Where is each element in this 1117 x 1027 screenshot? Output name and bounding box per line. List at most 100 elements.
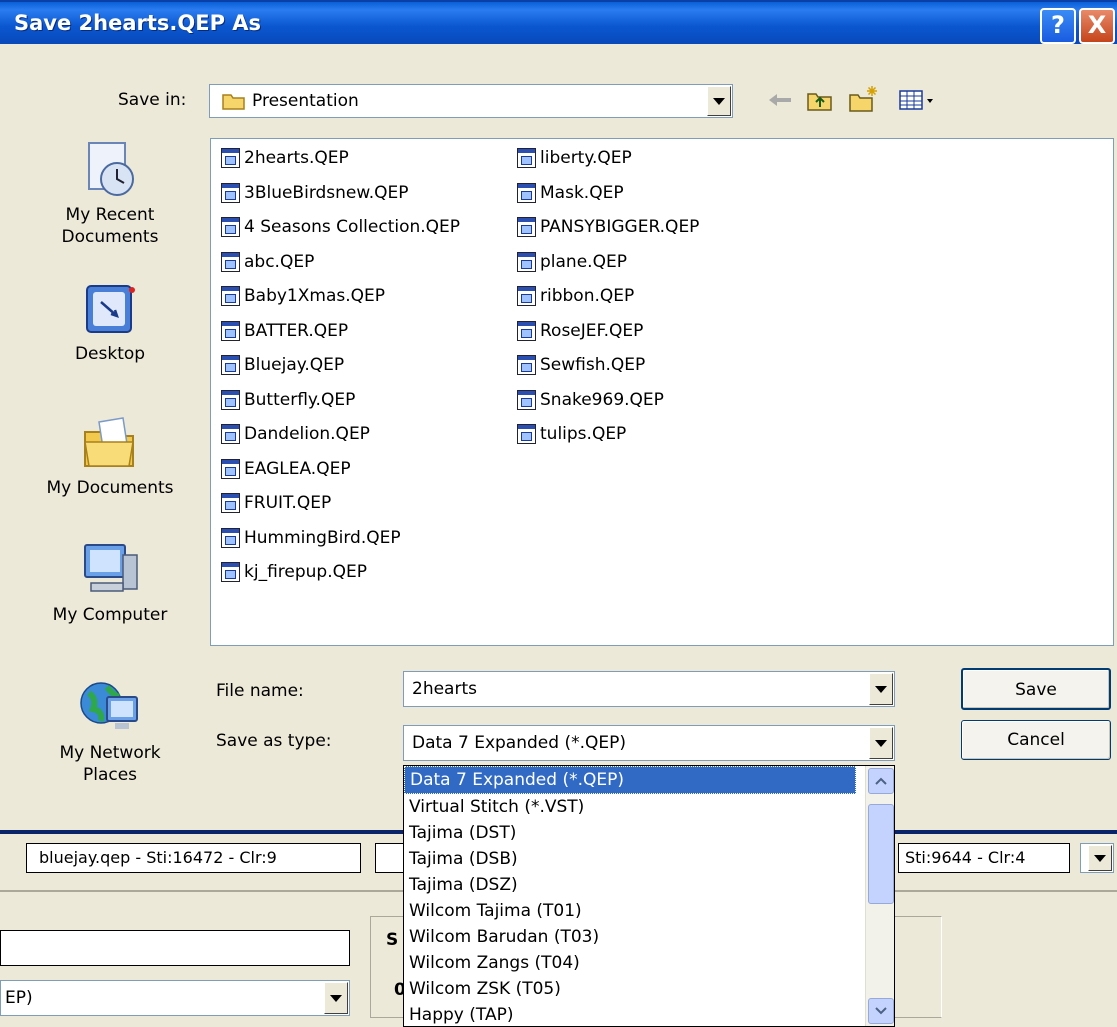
bg-combo: EP) bbox=[0, 980, 350, 1016]
file-item[interactable]: Dandelion.QEP bbox=[221, 419, 370, 449]
file-list[interactable]: 2hearts.QEP 3BlueBirdsnew.QEP 4 Seasons Co… bbox=[210, 138, 1114, 646]
file-item-label: liberty.QEP bbox=[540, 148, 632, 168]
qep-file-icon bbox=[517, 286, 536, 306]
file-name-label: File name: bbox=[216, 681, 304, 701]
file-item[interactable]: 3BlueBirdsnew.QEP bbox=[221, 178, 409, 208]
file-item-label: BATTER.QEP bbox=[244, 320, 349, 341]
save-in-label: Save in: bbox=[118, 90, 187, 110]
file-item-label: Dandelion.QEP bbox=[244, 424, 370, 444]
file-name-field[interactable]: 2hearts bbox=[403, 671, 895, 707]
qep-file-icon bbox=[517, 251, 536, 272]
qep-file-icon bbox=[221, 251, 240, 272]
save-type-option[interactable]: Virtual Stitch (*.VST) bbox=[404, 794, 854, 820]
dropdown-scrollbar[interactable] bbox=[865, 766, 894, 1026]
save-as-type-select[interactable]: Data 7 Expanded (*.QEP) bbox=[403, 725, 895, 761]
scroll-thumb[interactable] bbox=[868, 804, 894, 904]
file-item-label: Sewfish.QEP bbox=[540, 355, 646, 375]
save-type-option[interactable]: Tajima (DSZ) bbox=[404, 872, 854, 898]
file-item[interactable]: Snake969.QEP bbox=[517, 385, 664, 415]
file-item[interactable]: BATTER.QEP bbox=[221, 316, 348, 346]
place-desktop[interactable]: Desktop bbox=[20, 282, 200, 365]
qep-file-icon bbox=[517, 148, 536, 168]
back-arrow-icon[interactable] bbox=[767, 90, 793, 115]
place-my-recent-documents[interactable]: My Recent Documents bbox=[20, 139, 200, 248]
file-item[interactable]: tulips.QEP bbox=[517, 419, 626, 449]
save-type-option[interactable]: Happy (TAP) bbox=[404, 1002, 854, 1026]
my-computer-icon bbox=[84, 544, 138, 592]
save-in-value: Presentation bbox=[252, 91, 359, 111]
file-item[interactable]: 2hearts.QEP bbox=[221, 143, 349, 173]
close-button[interactable]: X bbox=[1079, 8, 1115, 44]
file-item-label: kj_firepup.QEP bbox=[244, 562, 367, 582]
save-type-option[interactable]: Data 7 Expanded (*.QEP) bbox=[404, 766, 856, 794]
file-item[interactable]: HummingBird.QEP bbox=[221, 523, 401, 553]
file-item-label: 3BlueBirdsnew.QEP bbox=[244, 182, 409, 203]
place-my-documents[interactable]: My Documents bbox=[20, 414, 200, 499]
up-folder-icon[interactable] bbox=[806, 87, 834, 118]
chevron-down-icon bbox=[324, 982, 348, 1014]
chevron-down-icon[interactable] bbox=[707, 86, 731, 116]
qep-file-icon bbox=[221, 355, 240, 375]
file-item[interactable]: 4 Seasons Collection.QEP bbox=[221, 212, 460, 242]
file-item[interactable]: Mask.QEP bbox=[517, 178, 624, 208]
file-item-label: Bluejay.QEP bbox=[244, 355, 345, 375]
file-item[interactable]: ribbon.QEP bbox=[517, 281, 634, 311]
qep-file-icon bbox=[517, 217, 536, 237]
scroll-up-button[interactable] bbox=[868, 768, 894, 794]
save-button[interactable]: Save bbox=[961, 668, 1111, 710]
file-item[interactable]: plane.QEP bbox=[517, 247, 627, 277]
file-item[interactable]: kj_firepup.QEP bbox=[221, 557, 367, 587]
qep-file-icon bbox=[221, 562, 240, 582]
file-item[interactable]: Sewfish.QEP bbox=[517, 350, 645, 380]
file-item-label: Snake969.QEP bbox=[540, 389, 664, 410]
cancel-button[interactable]: Cancel bbox=[961, 720, 1111, 760]
qep-file-icon bbox=[221, 182, 240, 203]
status-dropdown[interactable] bbox=[1080, 843, 1114, 873]
help-button[interactable]: ? bbox=[1040, 8, 1076, 44]
file-item[interactable]: EAGLEA.QEP bbox=[221, 454, 351, 484]
file-item-label: Baby1Xmas.QEP bbox=[244, 286, 386, 306]
qep-file-icon bbox=[517, 355, 536, 375]
save-as-type-label: Save as type: bbox=[216, 731, 332, 751]
new-folder-icon[interactable] bbox=[848, 84, 880, 119]
views-menu-icon[interactable] bbox=[898, 88, 938, 117]
title-bar[interactable]: Save 2hearts.QEP As ? X bbox=[0, 0, 1117, 46]
file-item[interactable]: Bluejay.QEP bbox=[221, 350, 344, 380]
chevron-down-icon[interactable] bbox=[869, 673, 893, 705]
chevron-down-icon bbox=[875, 1007, 887, 1015]
file-item-label: FRUIT.QEP bbox=[244, 493, 332, 513]
file-item-label: ribbon.QEP bbox=[540, 286, 635, 306]
save-type-option[interactable]: Wilcom Barudan (T03) bbox=[404, 924, 854, 950]
save-in-combo[interactable]: Presentation bbox=[209, 84, 733, 118]
qep-file-icon bbox=[517, 320, 536, 341]
file-item[interactable]: liberty.QEP bbox=[517, 143, 632, 173]
file-item[interactable]: PANSYBIGGER.QEP bbox=[517, 212, 699, 242]
save-as-type-dropdown[interactable]: Data 7 Expanded (*.QEP) Virtual Stitch (*… bbox=[403, 765, 895, 1027]
status-middle bbox=[375, 843, 405, 873]
chevron-down-icon[interactable] bbox=[1088, 845, 1112, 871]
place-my-computer[interactable]: My Computer bbox=[20, 539, 200, 626]
scroll-down-button[interactable] bbox=[868, 998, 894, 1024]
file-item[interactable]: Butterfly.QEP bbox=[221, 385, 355, 415]
qep-file-icon bbox=[517, 389, 536, 410]
file-item-label: EAGLEA.QEP bbox=[244, 458, 351, 479]
save-type-option[interactable]: Tajima (DST) bbox=[404, 820, 854, 846]
qep-file-icon bbox=[221, 217, 240, 237]
file-item[interactable]: Baby1Xmas.QEP bbox=[221, 281, 385, 311]
save-type-option[interactable]: Wilcom ZSK (T05) bbox=[404, 976, 854, 1002]
save-type-option[interactable]: Wilcom Tajima (T01) bbox=[404, 898, 854, 924]
save-type-option[interactable]: Wilcom Zangs (T04) bbox=[404, 950, 854, 976]
file-item-label: 4 Seasons Collection.QEP bbox=[244, 217, 461, 237]
file-item[interactable]: abc.QEP bbox=[221, 247, 314, 277]
file-item-label: RoseJEF.QEP bbox=[540, 320, 644, 341]
my-network-places-icon bbox=[80, 682, 138, 729]
chevron-down-icon[interactable] bbox=[869, 727, 893, 759]
qep-file-icon bbox=[221, 424, 240, 444]
place-my-network-places[interactable]: My Network Places bbox=[20, 677, 200, 786]
qep-file-icon bbox=[221, 389, 240, 410]
file-item[interactable]: RoseJEF.QEP bbox=[517, 316, 643, 346]
recent-documents-icon bbox=[88, 142, 134, 196]
save-type-option[interactable]: Tajima (DSB) bbox=[404, 846, 854, 872]
file-item[interactable]: FRUIT.QEP bbox=[221, 488, 331, 518]
qep-file-icon bbox=[221, 320, 240, 341]
